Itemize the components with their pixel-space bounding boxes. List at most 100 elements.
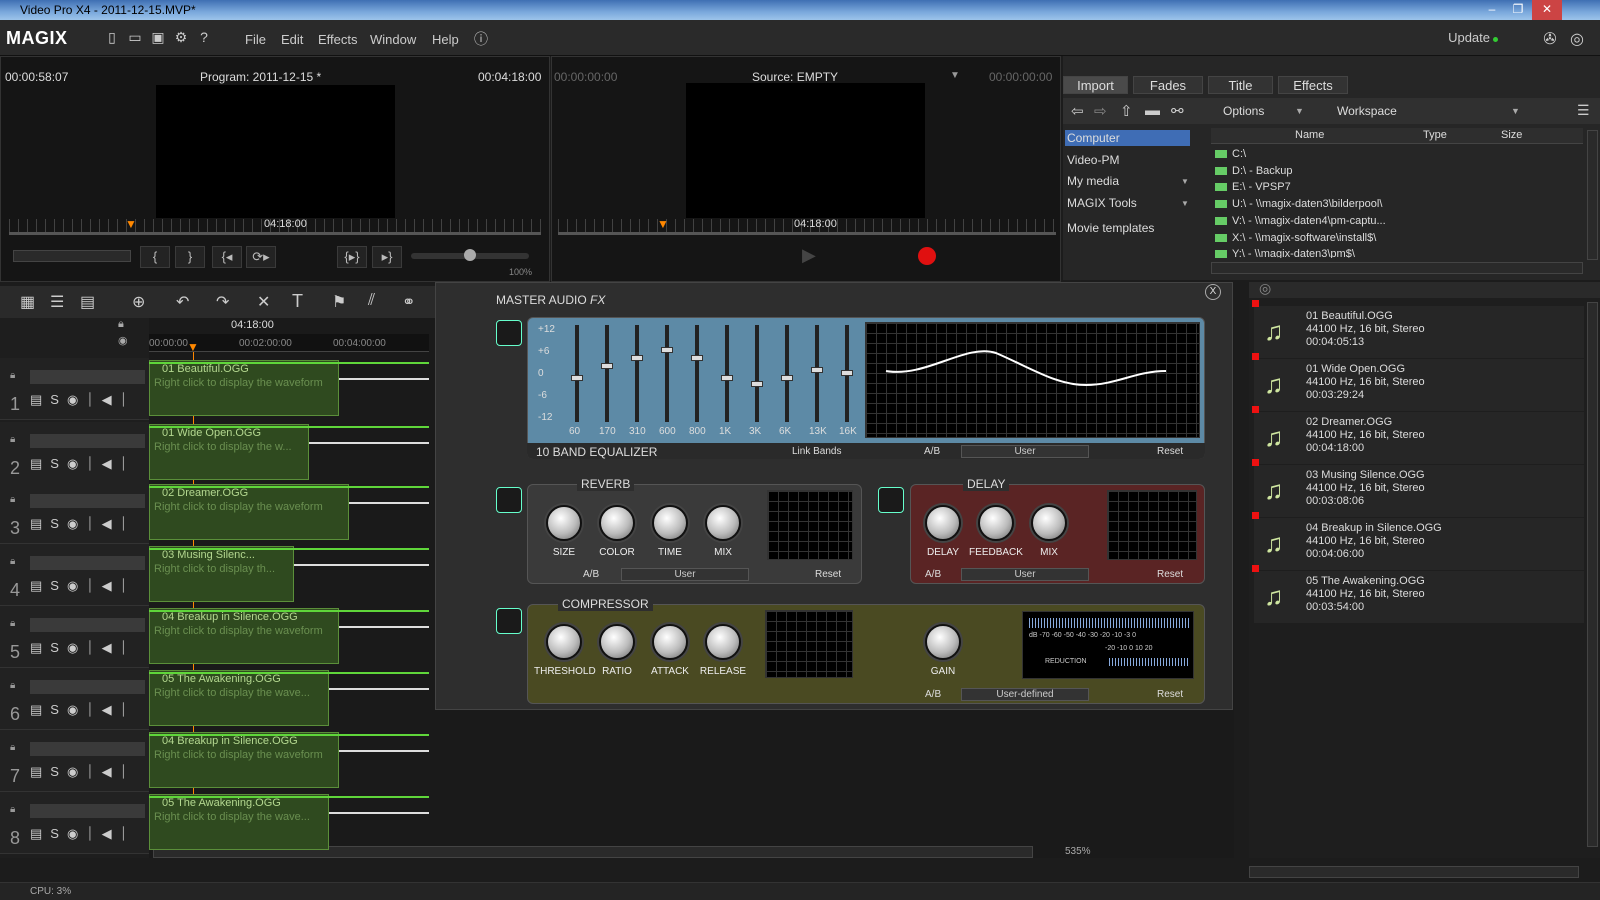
delay-feedback-knob[interactable] <box>978 505 1014 541</box>
source-playhead-icon[interactable]: ▼ <box>657 217 669 231</box>
track-lock-icon[interactable]: 🔒︎ <box>10 680 15 691</box>
search-binoculars-icon[interactable]: ⚯ <box>1171 102 1184 120</box>
track-name-field[interactable] <box>30 680 145 694</box>
track-lock-icon[interactable]: 🔒︎ <box>10 370 15 381</box>
split-icon[interactable]: ⫽ <box>368 292 375 310</box>
sidebar-item-computer[interactable]: Computer <box>1067 131 1120 145</box>
eq-band-fader[interactable] <box>601 325 613 422</box>
volume-curve[interactable] <box>149 672 429 674</box>
eq-band-fader[interactable] <box>631 325 643 422</box>
help-pointer-icon[interactable]: ? <box>195 29 213 47</box>
eq-band-fader[interactable] <box>841 325 853 422</box>
visibility-all-icon[interactable]: ◉ <box>118 334 128 347</box>
reverb-preset-select[interactable]: User <box>621 568 749 581</box>
compressor-gain-knob[interactable] <box>925 624 961 660</box>
eq-band-fader[interactable] <box>661 325 673 422</box>
back-arrow-icon[interactable]: ⇦ <box>1071 102 1084 120</box>
magix-tools-chevron-icon[interactable]: ▼ <box>1181 199 1189 208</box>
volume-curve[interactable] <box>149 796 429 798</box>
delay-mix-knob[interactable] <box>1031 505 1067 541</box>
track-lock-icon[interactable]: 🔒︎ <box>10 556 15 567</box>
compressor-ratio-knob[interactable] <box>599 624 635 660</box>
settings-icon[interactable]: ⚙ <box>172 29 190 47</box>
options-chevron-icon[interactable]: ▼ <box>1295 106 1304 116</box>
close-window-icon[interactable]: ✕ <box>1532 0 1562 20</box>
audio-clip[interactable]: 03 Musing Silenc... Right click to displa… <box>149 546 294 602</box>
delay-preset-select[interactable]: User <box>961 568 1089 581</box>
track-buttons[interactable]: ▤S◉⏐◀⏐ <box>30 826 135 842</box>
tab-title[interactable]: Title <box>1208 76 1273 94</box>
compressor-attack-knob[interactable] <box>652 624 688 660</box>
go-to-in-button[interactable]: {◂ <box>212 246 242 268</box>
media-toolbar-icon[interactable]: ◎ <box>1259 280 1271 297</box>
track-name-field[interactable] <box>30 742 145 756</box>
eq-preset-select[interactable]: User <box>961 445 1089 458</box>
audio-clip[interactable]: 02 Dreamer.OGG Right click to display the… <box>149 484 349 540</box>
loop-play-button[interactable]: ⟳▸ <box>246 246 276 268</box>
drive-item[interactable]: V:\ - \\magix-daten4\pm-captu... <box>1215 215 1386 227</box>
save-icon[interactable]: ▣ <box>149 29 167 47</box>
column-type[interactable]: Type <box>1423 129 1447 141</box>
volume-curve[interactable] <box>149 362 429 364</box>
restore-icon[interactable]: ❐ <box>1506 0 1530 20</box>
browser-hscroll[interactable] <box>1211 262 1583 274</box>
media-list-item[interactable]: ♫ 02 Dreamer.OGG 44100 Hz, 16 bit, Stereo 0… <box>1252 406 1584 464</box>
record-button[interactable] <box>918 247 936 265</box>
sidebar-item-video-pm[interactable]: Video-PM <box>1067 153 1119 167</box>
menu-edit[interactable]: Edit <box>281 32 303 47</box>
mark-in-button[interactable]: { <box>140 246 170 268</box>
mouse-mode-icon[interactable]: ⊕ <box>132 292 145 312</box>
disc-icon[interactable]: ◎ <box>1568 29 1586 48</box>
link-bands-toggle[interactable]: Link Bands <box>792 446 841 457</box>
folder-icon[interactable]: ▬ <box>1145 102 1160 119</box>
go-to-out-button[interactable]: ▸} <box>372 246 402 268</box>
audio-clip[interactable]: 05 The Awakening.OGG Right click to displ… <box>149 670 329 726</box>
new-file-icon[interactable]: ▯ <box>103 29 121 47</box>
source-dropdown-icon[interactable]: ▼ <box>950 70 960 81</box>
eq-band-fader[interactable] <box>571 325 583 422</box>
browser-vscroll[interactable] <box>1587 130 1598 260</box>
timeline-view-icon[interactable]: ▤ <box>80 292 95 312</box>
reverb-time-knob[interactable] <box>652 505 688 541</box>
drive-item[interactable]: E:\ - VPSP7 <box>1215 181 1291 193</box>
menu-effects[interactable]: Effects <box>318 32 358 47</box>
track-lock-icon[interactable]: 🔒︎ <box>10 434 15 445</box>
volume-curve[interactable] <box>149 734 429 736</box>
track-buttons[interactable]: ▤S◉⏐◀⏐ <box>30 516 135 532</box>
playhead-marker-icon[interactable]: ▼ <box>125 217 137 231</box>
reverb-color-knob[interactable] <box>599 505 635 541</box>
fx-close-button[interactable]: X <box>1205 284 1221 300</box>
text-tool-icon[interactable]: T <box>292 291 303 312</box>
delay-reset-button[interactable]: Reset <box>1157 569 1183 580</box>
track-name-field[interactable] <box>30 618 145 632</box>
delay-power-button[interactable] <box>878 487 904 513</box>
eq-band-fader[interactable] <box>751 325 763 422</box>
media-list-item[interactable]: ♫ 03 Musing Silence.OGG 44100 Hz, 16 bit, … <box>1252 459 1584 517</box>
redo-icon[interactable]: ↷ <box>216 292 229 312</box>
volume-curve[interactable] <box>149 486 429 488</box>
track-name-field[interactable] <box>30 556 145 570</box>
media-hscroll[interactable] <box>1249 866 1579 878</box>
media-vscroll[interactable] <box>1587 302 1598 847</box>
eq-band-fader[interactable] <box>721 325 733 422</box>
track-header[interactable]: 🔒︎ 6 ▤S◉⏐◀⏐ <box>0 668 149 730</box>
track-header[interactable]: 🔒︎ 3 ▤S◉⏐◀⏐ <box>0 482 149 544</box>
reverb-power-button[interactable] <box>496 487 522 513</box>
track-buttons[interactable]: ▤S◉⏐◀⏐ <box>30 764 135 780</box>
tab-effects[interactable]: Effects <box>1278 76 1348 94</box>
track-name-field[interactable] <box>30 804 145 818</box>
update-button[interactable]: Update <box>1448 30 1490 45</box>
audio-clip[interactable]: 04 Breakup in Silence.OGG Right click to … <box>149 732 339 788</box>
track-lock-icon[interactable]: 🔒︎ <box>10 804 15 815</box>
track-buttons[interactable]: ▤S◉⏐◀⏐ <box>30 392 135 408</box>
reverb-size-knob[interactable] <box>546 505 582 541</box>
tab-fades[interactable]: Fades <box>1133 76 1203 94</box>
menu-help[interactable]: Help <box>432 32 459 47</box>
eq-band-fader[interactable] <box>781 325 793 422</box>
volume-curve[interactable] <box>149 610 429 612</box>
up-folder-icon[interactable]: ⇧ <box>1120 102 1133 120</box>
menu-window[interactable]: Window <box>370 32 416 47</box>
reverb-mix-knob[interactable] <box>705 505 741 541</box>
open-folder-icon[interactable]: ▭ <box>126 29 144 47</box>
media-list-item[interactable]: ♫ 05 The Awakening.OGG 44100 Hz, 16 bit, S… <box>1252 565 1584 623</box>
